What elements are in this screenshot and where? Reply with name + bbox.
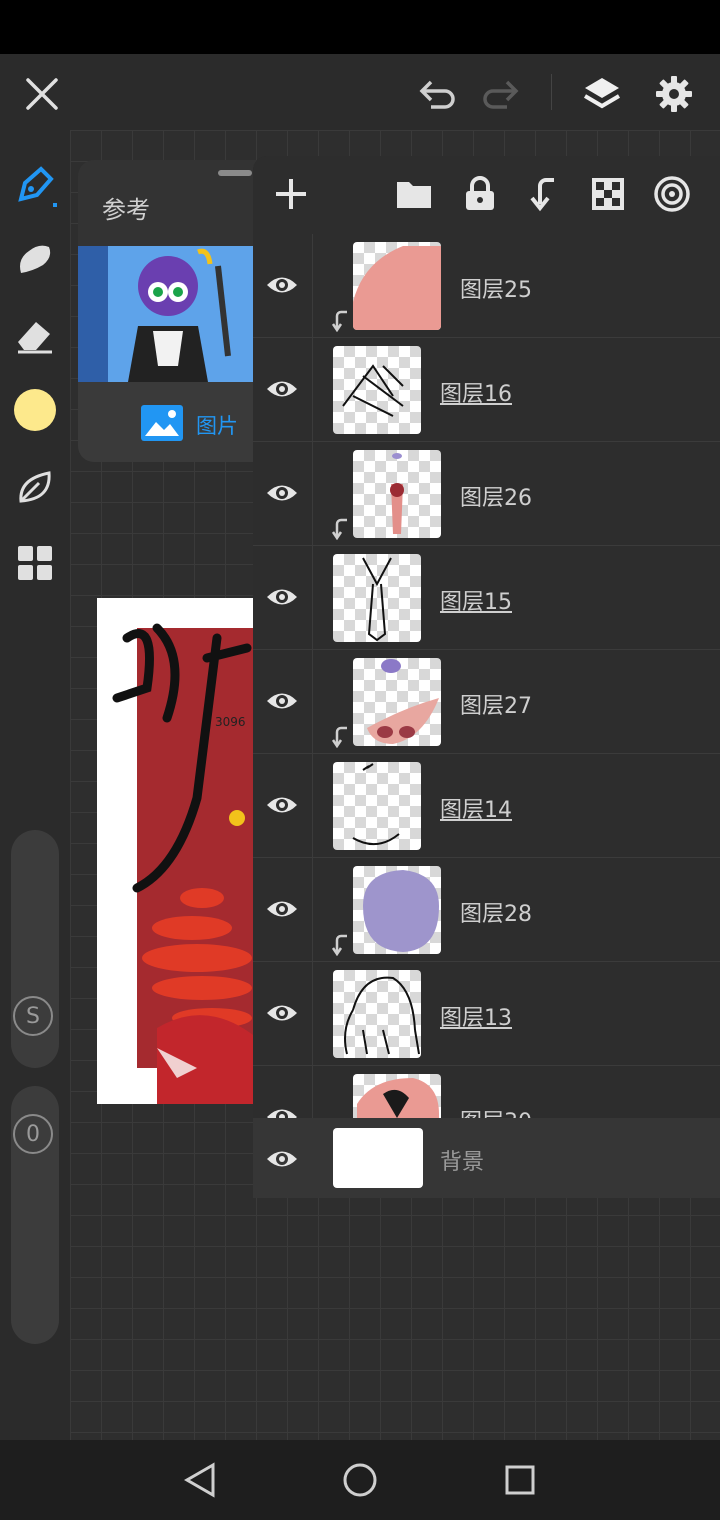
layer-name[interactable]: 图层30 — [460, 1104, 532, 1118]
divider — [312, 338, 313, 442]
smudge-brush-icon[interactable] — [10, 234, 60, 284]
folder-icon[interactable] — [390, 170, 438, 218]
divider — [312, 754, 313, 858]
divider — [312, 1066, 313, 1118]
background-layer-row[interactable]: 背景 — [253, 1118, 720, 1198]
layer-row[interactable]: 图层26 — [253, 442, 720, 546]
layers-icon[interactable] — [576, 68, 628, 120]
divider — [312, 234, 313, 338]
eye-icon[interactable] — [265, 892, 299, 926]
canvas-artwork[interactable]: 3096 — [97, 598, 257, 1104]
background-layer-name[interactable]: 背景 — [440, 1144, 484, 1176]
color-swatch[interactable] — [14, 389, 56, 431]
eye-icon[interactable] — [265, 372, 299, 406]
layer-row[interactable]: 图层13 — [253, 962, 720, 1066]
layer-row[interactable]: 图层28 — [253, 858, 720, 962]
redo-icon[interactable] — [476, 70, 526, 118]
eye-icon[interactable] — [265, 684, 299, 718]
layer-thumbnail[interactable] — [333, 970, 421, 1058]
layer-name[interactable]: 图层14 — [440, 792, 512, 824]
layer-row[interactable]: 图层30 — [253, 1066, 720, 1118]
grid-apps-icon[interactable] — [10, 538, 60, 588]
layer-thumbnail[interactable] — [353, 658, 441, 746]
divider — [312, 650, 313, 754]
add-layer-icon[interactable] — [267, 170, 315, 218]
leaf-icon[interactable] — [10, 462, 60, 512]
eye-icon[interactable] — [265, 996, 299, 1030]
home-icon[interactable] — [336, 1460, 384, 1500]
divider — [312, 442, 313, 546]
recents-icon[interactable] — [496, 1460, 544, 1500]
reference-panel: 参考 图片 — [78, 160, 278, 462]
eye-icon[interactable] — [265, 476, 299, 510]
svg-text:3096: 3096 — [215, 715, 246, 729]
divider — [551, 74, 552, 110]
layer-thumbnail[interactable] — [353, 450, 441, 538]
eye-icon[interactable] — [265, 1100, 299, 1118]
layer-row[interactable]: 图层14 — [253, 754, 720, 858]
divider — [312, 962, 313, 1066]
top-bar — [0, 54, 720, 130]
lock-icon[interactable] — [456, 170, 504, 218]
blend-icon[interactable] — [648, 170, 696, 218]
clip-icon[interactable] — [520, 170, 568, 218]
reference-image[interactable] — [78, 246, 278, 382]
image-icon[interactable] — [140, 404, 184, 442]
clip-arrow-icon — [331, 726, 347, 748]
layers-toolbar — [253, 156, 720, 234]
layer-name[interactable]: 图层27 — [460, 688, 532, 720]
layer-thumbnail[interactable] — [353, 866, 441, 954]
layer-name[interactable]: 图层16 — [440, 376, 512, 408]
background-thumbnail[interactable] — [333, 1128, 423, 1188]
layer-name[interactable]: 图层13 — [440, 1000, 512, 1032]
layer-name[interactable]: 图层26 — [460, 480, 532, 512]
layer-row[interactable]: 图层27 — [253, 650, 720, 754]
layer-name[interactable]: 图层25 — [460, 272, 532, 304]
close-icon[interactable] — [18, 70, 66, 118]
pen-icon[interactable] — [10, 160, 60, 210]
status-bar — [0, 0, 720, 54]
layer-row[interactable]: 图层15 — [253, 546, 720, 650]
layer-name[interactable]: 图层28 — [460, 896, 532, 928]
clip-arrow-icon — [331, 934, 347, 956]
layer-row[interactable]: 图层16 — [253, 338, 720, 442]
layers-list[interactable]: 图层25 图层16 图层26 图层15 图层27 图层14 图层28 图层13 — [253, 234, 720, 1118]
clip-arrow-icon — [331, 310, 347, 332]
reference-title: 参考 — [102, 196, 150, 224]
navigation-bar — [0, 1440, 720, 1520]
layer-thumbnail[interactable] — [333, 554, 421, 642]
undo-icon[interactable] — [412, 70, 462, 118]
image-button-label[interactable]: 图片 — [196, 410, 238, 440]
layer-thumbnail[interactable] — [353, 1074, 441, 1118]
size-indicator: S — [13, 996, 53, 1036]
transparency-icon[interactable] — [584, 170, 632, 218]
back-icon[interactable] — [176, 1460, 224, 1500]
reference-footer: 图片 — [78, 382, 278, 462]
size-label: S — [26, 1003, 40, 1029]
gear-icon[interactable] — [648, 68, 700, 120]
layer-thumbnail[interactable] — [353, 242, 441, 330]
eye-icon[interactable] — [265, 788, 299, 822]
eye-icon[interactable] — [265, 580, 299, 614]
divider — [312, 546, 313, 650]
eye-icon[interactable] — [265, 1142, 299, 1176]
layers-panel: 图层25 图层16 图层26 图层15 图层27 图层14 图层28 图层13 … — [253, 156, 720, 1198]
left-toolbar: S 0 — [0, 130, 70, 1440]
divider — [312, 858, 313, 962]
eraser-icon[interactable] — [10, 310, 60, 360]
layer-name[interactable]: 图层15 — [440, 584, 512, 616]
layer-thumbnail[interactable] — [333, 346, 421, 434]
layer-thumbnail[interactable] — [333, 762, 421, 850]
eye-icon[interactable] — [265, 268, 299, 302]
drag-handle[interactable] — [218, 170, 252, 176]
opacity-label: 0 — [26, 1121, 40, 1147]
clip-arrow-icon — [331, 518, 347, 540]
opacity-indicator: 0 — [13, 1114, 53, 1154]
layer-row[interactable]: 图层25 — [253, 234, 720, 338]
